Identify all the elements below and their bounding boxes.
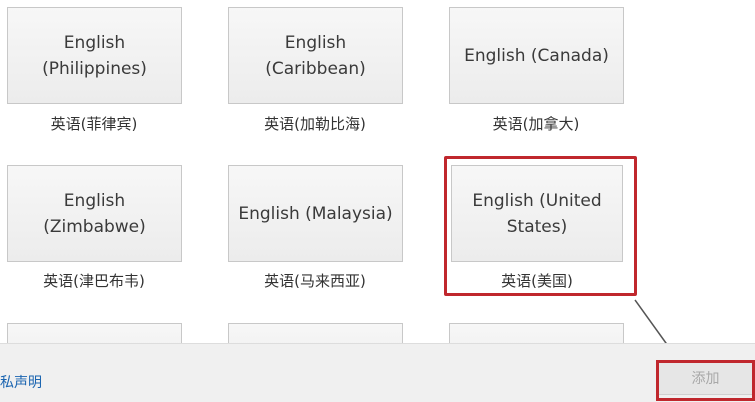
privacy-statement-link[interactable]: 私声明 xyxy=(0,372,42,392)
annotation-arrow xyxy=(634,299,678,360)
dialog-footer: 私声明 添加 xyxy=(0,343,755,402)
add-button-highlight-box xyxy=(656,360,755,401)
